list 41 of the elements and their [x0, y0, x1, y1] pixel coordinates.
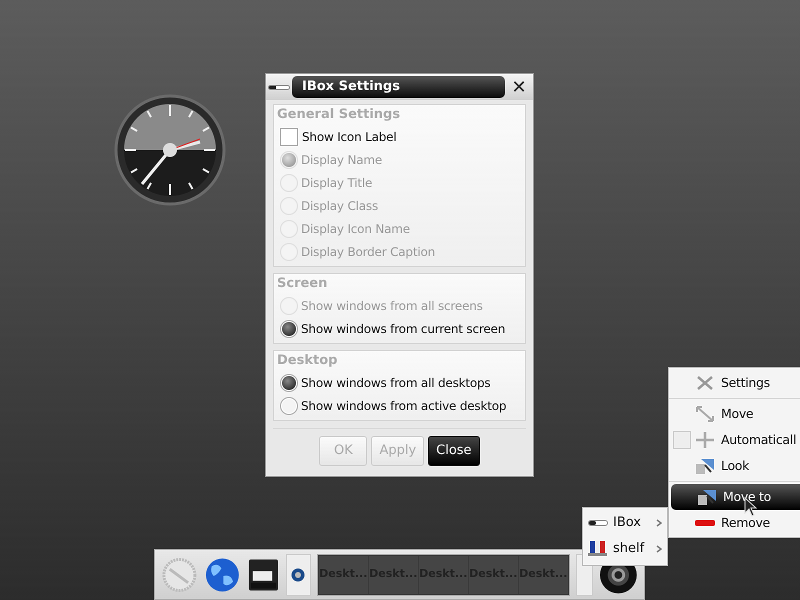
radio-button[interactable]	[280, 396, 298, 414]
radio-button[interactable]	[280, 320, 298, 338]
flag-icon	[588, 541, 608, 557]
radio-label: Show windows from current screen	[301, 320, 506, 338]
radio-label: Show windows from all screens	[301, 298, 483, 314]
shelf-button[interactable]	[286, 554, 311, 596]
dialog-button[interactable]: Close	[428, 436, 480, 466]
radio-label: Show windows from all desktops	[301, 374, 490, 392]
menu-item[interactable]: Settings	[669, 370, 800, 396]
radio-label: Display Border Caption	[301, 244, 436, 260]
chevron-icon	[656, 545, 662, 553]
menu-item[interactable]: Look	[669, 453, 800, 479]
resize-icon	[695, 405, 715, 423]
menu-item[interactable]: Remove	[669, 510, 800, 536]
menu-item[interactable]: Automaticall	[669, 427, 800, 453]
checkbox[interactable]	[280, 128, 298, 146]
checkbox[interactable]	[673, 431, 691, 449]
tools-icon	[695, 374, 715, 392]
menu-item[interactable]: Move to	[671, 484, 800, 510]
window-title: IBox Settings	[292, 76, 505, 98]
globe-icon[interactable]	[204, 556, 241, 594]
group-title: Screen	[277, 275, 328, 293]
submenu-item[interactable]: shelf	[583, 536, 667, 562]
cabinet-icon[interactable]	[246, 556, 280, 592]
submenu-item[interactable]: IBox	[583, 510, 667, 536]
radio-button[interactable]	[280, 374, 298, 392]
minimize-icon[interactable]	[268, 84, 290, 90]
checkbox-label: Show Icon Label	[302, 128, 396, 146]
menu-item[interactable]: Move	[669, 401, 800, 427]
chevron-icon	[656, 519, 662, 527]
radio-label: Display Name	[301, 152, 382, 168]
radio-label: Display Icon Name	[301, 220, 410, 238]
radio-label: Display Title	[301, 174, 372, 192]
group-title: Desktop	[277, 352, 338, 370]
move-icon	[695, 431, 715, 449]
eye-icon	[291, 568, 306, 582]
close-button[interactable]: ✕	[507, 76, 531, 98]
group-title: General Settings	[277, 106, 402, 124]
radio-label: Show windows from active desktop	[301, 398, 506, 414]
bar-icon	[588, 520, 608, 526]
radio-label: Display Class	[301, 198, 378, 214]
